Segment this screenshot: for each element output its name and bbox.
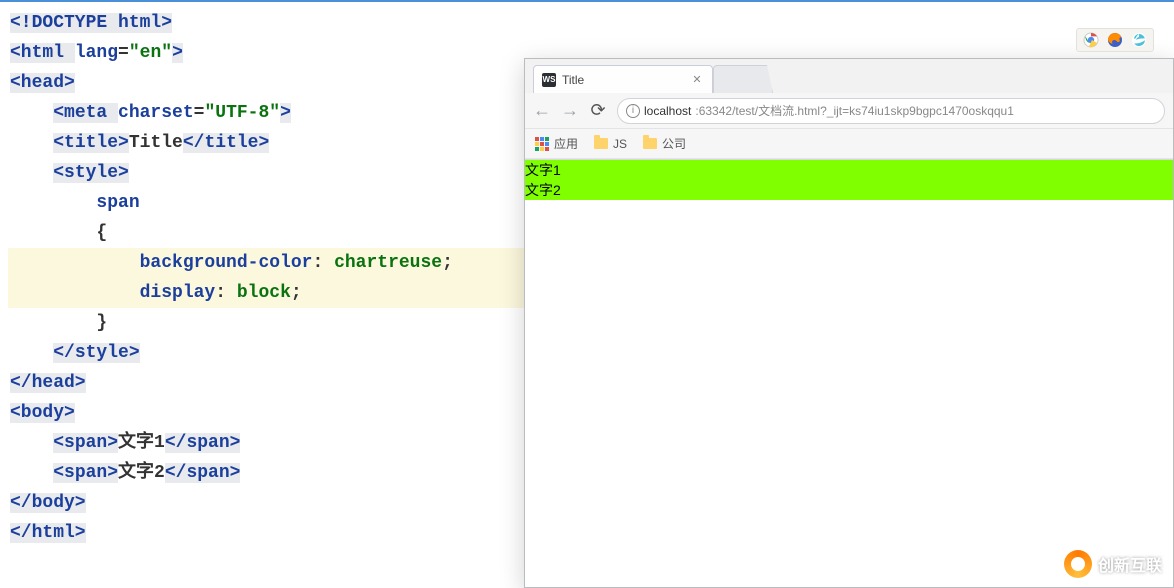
folder-icon xyxy=(594,138,608,149)
titlebar: WS Title ✕ ← → ⟳ i localhost :63342/test/… xyxy=(525,59,1173,160)
new-tab-ghost[interactable] xyxy=(713,65,773,93)
code-line[interactable]: <span>文字1</span> xyxy=(8,428,530,458)
code-line[interactable]: } xyxy=(8,308,530,338)
back-arrow-icon[interactable]: ← xyxy=(533,100,551,121)
page-span-1: 文字1 xyxy=(525,160,1173,180)
chrome-icon[interactable] xyxy=(1083,32,1099,48)
code-line[interactable]: </head> xyxy=(8,368,530,398)
browser-tab[interactable]: WS Title ✕ xyxy=(533,65,713,93)
apps-icon xyxy=(535,137,549,151)
code-line[interactable]: </style> xyxy=(8,338,530,368)
code-line[interactable]: <body> xyxy=(8,398,530,428)
watermark: 创新互联 xyxy=(1064,550,1162,578)
folder-icon xyxy=(643,138,657,149)
bookmark-company[interactable]: 公司 xyxy=(643,135,686,152)
forward-arrow-icon: → xyxy=(561,100,579,121)
code-line[interactable]: <span>文字2</span> xyxy=(8,458,530,488)
code-line[interactable]: <head> xyxy=(8,68,530,98)
address-bar[interactable]: i localhost :63342/test/文档流.html?_ijt=ks7… xyxy=(617,98,1165,124)
code-line[interactable]: <title>Title</title> xyxy=(8,128,530,158)
code-line[interactable]: <html lang="en"> xyxy=(8,38,530,68)
code-line[interactable]: </html> xyxy=(8,518,530,548)
bookmark-bar: 应用 JS 公司 xyxy=(525,129,1173,159)
favicon: WS xyxy=(542,73,556,87)
ie-icon[interactable] xyxy=(1131,32,1147,48)
bookmark-label: JS xyxy=(613,137,627,151)
code-editor: <!DOCTYPE html> <html lang="en"> <head> … xyxy=(0,8,530,578)
code-line[interactable]: { xyxy=(8,218,530,248)
browser-window: WS Title ✕ ← → ⟳ i localhost :63342/test/… xyxy=(524,58,1174,588)
apps-bookmark[interactable]: 应用 xyxy=(535,135,578,152)
code-line[interactable]: <meta charset="UTF-8"> xyxy=(8,98,530,128)
firefox-icon[interactable] xyxy=(1107,32,1123,48)
page-span-2: 文字2 xyxy=(525,180,1173,200)
code-line[interactable]: <style> xyxy=(8,158,530,188)
code-line[interactable]: span xyxy=(8,188,530,218)
code-line[interactable]: background-color: chartreuse; xyxy=(8,248,530,278)
code-line[interactable]: display: block; xyxy=(8,278,530,308)
address-row: ← → ⟳ i localhost :63342/test/文档流.html?_i… xyxy=(525,93,1173,129)
watermark-logo-icon xyxy=(1064,550,1092,578)
apps-label: 应用 xyxy=(554,135,578,152)
browser-viewport: 文字1 文字2 xyxy=(525,160,1173,587)
url-rest: :63342/test/文档流.html?_ijt=ks74iu1skp9bgp… xyxy=(695,102,1014,119)
watermark-text: 创新互联 xyxy=(1098,552,1162,576)
browser-launch-icons xyxy=(1076,28,1154,52)
bookmark-js[interactable]: JS xyxy=(594,137,627,151)
doctype: <!DOCTYPE html> xyxy=(10,13,172,33)
tab-title: Title xyxy=(562,73,684,87)
reload-icon[interactable]: ⟳ xyxy=(589,100,607,121)
bookmark-label: 公司 xyxy=(662,135,686,152)
code-lines: <!DOCTYPE html> <html lang="en"> <head> … xyxy=(8,8,530,548)
site-info-icon[interactable]: i xyxy=(626,104,640,118)
close-tab-icon[interactable]: ✕ xyxy=(690,73,704,87)
code-line[interactable]: <!DOCTYPE html> xyxy=(8,8,530,38)
code-line[interactable]: </body> xyxy=(8,488,530,518)
tabs-row: WS Title ✕ xyxy=(525,59,1173,93)
url-host: localhost xyxy=(644,104,691,118)
